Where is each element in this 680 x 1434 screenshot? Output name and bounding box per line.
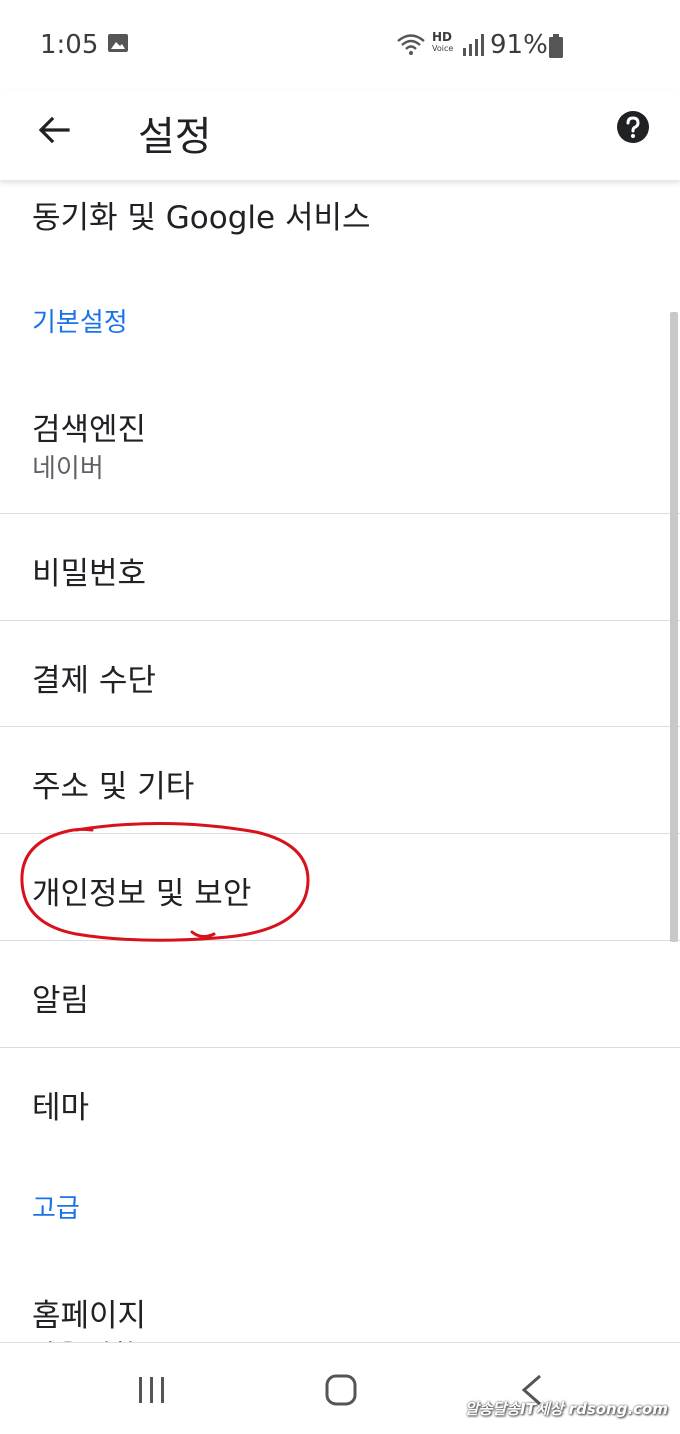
settings-item-value: 네이버 <box>32 454 104 484</box>
settings-list: 동기화 및 Google 서비스 기본설정 검색엔진 네이버 비밀번호 결제 수… <box>0 180 680 1342</box>
settings-item-label: 개인정보 및 보안 <box>32 876 252 912</box>
settings-item-notifications[interactable]: 알림 <box>0 941 680 1048</box>
settings-item-search-engine[interactable]: 검색엔진 네이버 <box>0 372 680 514</box>
wifi-icon <box>397 34 425 55</box>
page-title: 설정 <box>138 114 212 160</box>
settings-item-label: 테마 <box>32 1090 90 1126</box>
settings-item-value: 사용 안함 <box>32 1334 136 1342</box>
scrollbar[interactable] <box>670 312 678 942</box>
system-nav-bar <box>0 1342 680 1434</box>
settings-item-label: 주소 및 기타 <box>32 769 195 805</box>
settings-item-label: 동기화 및 Google 서비스 <box>32 200 371 236</box>
settings-item-homepage[interactable]: 홈페이지 사용 안함 <box>0 1258 680 1342</box>
settings-item-privacy[interactable]: 개인정보 및 보안 <box>0 834 680 941</box>
settings-item-label: 검색엔진 <box>32 412 147 448</box>
status-bar: 1:05 HD Voice 91% <box>0 0 680 90</box>
hd-label: HD <box>432 30 453 44</box>
settings-item-label: 비밀번호 <box>32 556 147 592</box>
back-arrow-icon[interactable] <box>36 112 72 148</box>
help-icon[interactable] <box>616 110 650 144</box>
settings-item-label: 결제 수단 <box>32 663 156 699</box>
voice-label: Voice <box>432 44 454 53</box>
recents-icon[interactable] <box>136 1375 168 1405</box>
settings-item-passwords[interactable]: 비밀번호 <box>0 514 680 621</box>
settings-item-label: 홈페이지 <box>32 1298 147 1334</box>
status-time: 1:05 <box>40 30 99 60</box>
settings-item-sync[interactable]: 동기화 및 Google 서비스 <box>0 180 680 284</box>
settings-item-label: 알림 <box>32 983 90 1019</box>
settings-item-theme[interactable]: 테마 <box>0 1048 680 1152</box>
home-icon[interactable] <box>324 1373 358 1407</box>
battery-percent: 91% <box>490 30 548 60</box>
signal-icon <box>463 34 484 56</box>
settings-item-payment[interactable]: 결제 수단 <box>0 621 680 727</box>
section-header-advanced: 고급 <box>32 1194 80 1224</box>
hd-voice-icon: HD Voice <box>432 30 454 54</box>
section-header-basic: 기본설정 <box>32 308 128 338</box>
battery-icon <box>549 34 563 58</box>
photo-icon <box>108 34 128 52</box>
watermark: 알송달송IT세상 rdsong.com <box>464 1400 668 1418</box>
app-bar: 설정 <box>0 90 680 180</box>
settings-item-addresses[interactable]: 주소 및 기타 <box>0 727 680 834</box>
